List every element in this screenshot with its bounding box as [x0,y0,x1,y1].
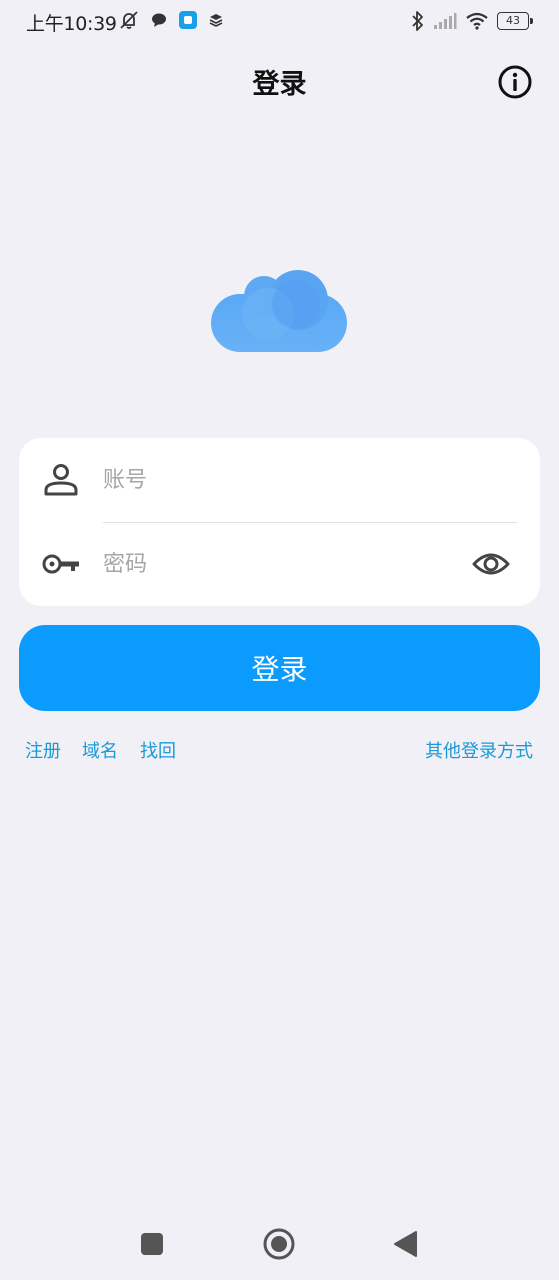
status-bar: 上午10:39 43 [0,0,559,42]
battery-icon: 43 [497,12,533,30]
home-circle-icon[interactable] [261,1226,297,1262]
app-square-icon [179,11,197,29]
info-icon[interactable] [497,64,533,100]
account-row [19,438,540,523]
account-input[interactable] [103,460,453,500]
system-nav-bar [0,1212,559,1276]
cloud-icon [211,270,347,352]
login-button[interactable]: 登录 [19,625,540,711]
status-icons-right: 43 [411,10,533,32]
password-input[interactable] [103,544,453,584]
page-title: 登录 [252,69,307,100]
password-row [19,522,540,606]
back-triangle-icon[interactable] [388,1226,424,1262]
recents-square-icon[interactable] [134,1226,170,1262]
layers-icon [209,14,223,27]
key-icon [42,554,79,574]
wifi-icon [466,12,488,30]
other-login-link[interactable]: 其他登录方式 [425,737,533,763]
signal-icon [434,13,457,29]
recover-link[interactable]: 找回 [140,737,176,763]
person-icon [44,464,78,496]
chat-bubble-icon [152,13,166,27]
status-icons-left [118,10,224,30]
eye-icon[interactable] [471,548,511,580]
register-link[interactable]: 注册 [25,737,61,763]
status-time: 上午10:39 [26,13,117,35]
mute-alarm-icon [120,11,138,29]
login-form-card [19,438,540,606]
bluetooth-icon [412,11,423,31]
domain-link[interactable]: 域名 [82,737,118,763]
